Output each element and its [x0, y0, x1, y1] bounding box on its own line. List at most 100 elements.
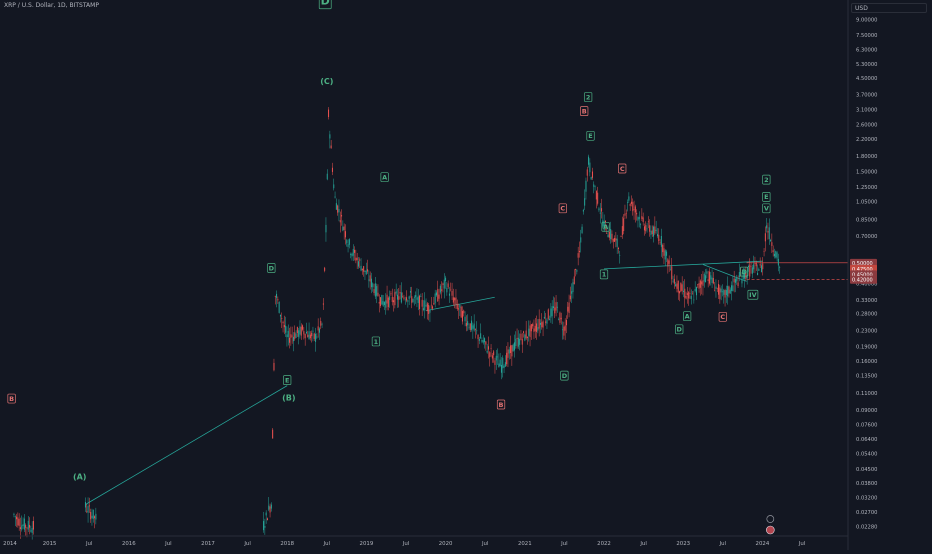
candle-body [315, 333, 317, 342]
candle-body [474, 328, 476, 330]
candle-body [272, 429, 274, 439]
wave-label[interactable]: (C) [320, 77, 333, 86]
candle-body [456, 304, 458, 310]
wave-label[interactable]: 2 [586, 93, 591, 101]
wave-label[interactable]: E [764, 193, 768, 201]
candle-body [768, 227, 770, 240]
candle-body [536, 323, 538, 332]
candle-body [463, 310, 465, 314]
candle-body [584, 198, 586, 206]
time-tick-label: 2021 [518, 541, 532, 547]
candle-body [395, 291, 397, 294]
candle-body [326, 173, 328, 180]
candle-body [400, 292, 402, 303]
wave-label[interactable]: A [603, 223, 608, 231]
candle-body [568, 302, 570, 314]
candle-body [650, 230, 652, 236]
candle-body [510, 345, 512, 353]
candle-body [329, 134, 331, 139]
candle-body [346, 240, 348, 244]
candle-body [581, 226, 583, 233]
wave-label[interactable]: B [9, 395, 14, 403]
wave-label[interactable]: (A) [73, 473, 87, 482]
wave-label[interactable]: 1 [374, 338, 379, 346]
wave-label[interactable]: C [620, 165, 625, 173]
candle-body [537, 327, 539, 331]
candle-body [490, 347, 492, 349]
wave-label[interactable]: E [588, 132, 592, 140]
chart-area[interactable]: D (C) (B) (A) B A D E 1 2 B E C C A 1 D B D A C D 2 E V IV 9.0000… [0, 0, 932, 550]
candle-body [659, 242, 661, 244]
candle-body [429, 310, 431, 313]
candle-body [773, 253, 775, 257]
wave-label[interactable]: A [382, 174, 387, 182]
wave-label[interactable]: 2 [764, 176, 769, 184]
candle-body [719, 287, 721, 300]
candle-body [477, 334, 479, 339]
candle-body [351, 253, 353, 257]
candle-body [731, 285, 733, 291]
candle-body [721, 291, 723, 293]
candle-body [520, 333, 522, 340]
wave-label[interactable]: V [764, 205, 769, 213]
price-tick-label: 9.00000 [856, 17, 877, 23]
candle-body [435, 292, 437, 296]
wave-label[interactable]: D [677, 326, 683, 334]
candle-body [680, 282, 682, 292]
wave-label[interactable]: B [499, 401, 504, 409]
candle-body [432, 306, 434, 309]
wave-label[interactable]: E [285, 376, 289, 384]
candle-body [263, 521, 265, 531]
wave-label[interactable]: C [720, 313, 725, 321]
candle-body [380, 297, 382, 307]
wave-label[interactable]: C [560, 205, 565, 213]
wave-label[interactable]: 1 [602, 271, 607, 279]
candle-body [337, 205, 339, 213]
candle-body [277, 299, 279, 301]
candle-body [616, 238, 618, 247]
candle-body [312, 330, 314, 332]
candle-body [577, 253, 579, 258]
price-chart[interactable]: D(C)(B)(A)BADE12BECCA1DBDA CD2EVIV 9.0000… [0, 0, 932, 550]
candle-body [363, 266, 365, 272]
candle-body [512, 344, 514, 352]
price-tick-label: 0.11000 [856, 391, 877, 397]
candle-body [594, 186, 596, 188]
candle-body [649, 225, 651, 232]
candle-body [368, 279, 370, 281]
wave-label[interactable]: D [321, 0, 330, 8]
candle-body [671, 266, 673, 280]
wave-label[interactable]: D [269, 264, 275, 272]
time-tick-label: 2023 [676, 541, 690, 547]
candle-body [734, 279, 736, 283]
price-tick-label: 5.30000 [856, 62, 877, 68]
candle-body [737, 282, 739, 286]
candle-body [291, 335, 293, 337]
wave-label[interactable]: D [562, 372, 568, 380]
candle-body [389, 296, 391, 300]
candle-body [344, 231, 346, 238]
candle-body [443, 279, 445, 289]
candle-body [424, 300, 426, 311]
wave-label[interactable]: IV [749, 291, 756, 299]
candle-body [265, 512, 267, 516]
candle-body [493, 351, 495, 356]
candle-body [279, 314, 281, 317]
candle-body [303, 331, 305, 335]
wave-label[interactable]: A [685, 313, 690, 321]
dividend-icon[interactable] [766, 525, 775, 535]
candle-body [434, 293, 436, 304]
wave-label[interactable]: B [582, 107, 587, 115]
candle-body [264, 526, 266, 528]
time-tick-label: Jul [85, 541, 93, 547]
candle-body [472, 325, 474, 329]
currency-selector[interactable]: USD [851, 3, 927, 13]
price-tick-label: 1.80000 [856, 154, 877, 160]
candle-body [630, 201, 632, 204]
wave-label[interactable]: D [741, 268, 747, 276]
candle-body [707, 279, 709, 282]
candle-body [485, 341, 487, 345]
wave-label[interactable]: (B) [282, 394, 295, 403]
price-tick-label: 1.05000 [856, 200, 877, 206]
candle-body [750, 266, 752, 267]
